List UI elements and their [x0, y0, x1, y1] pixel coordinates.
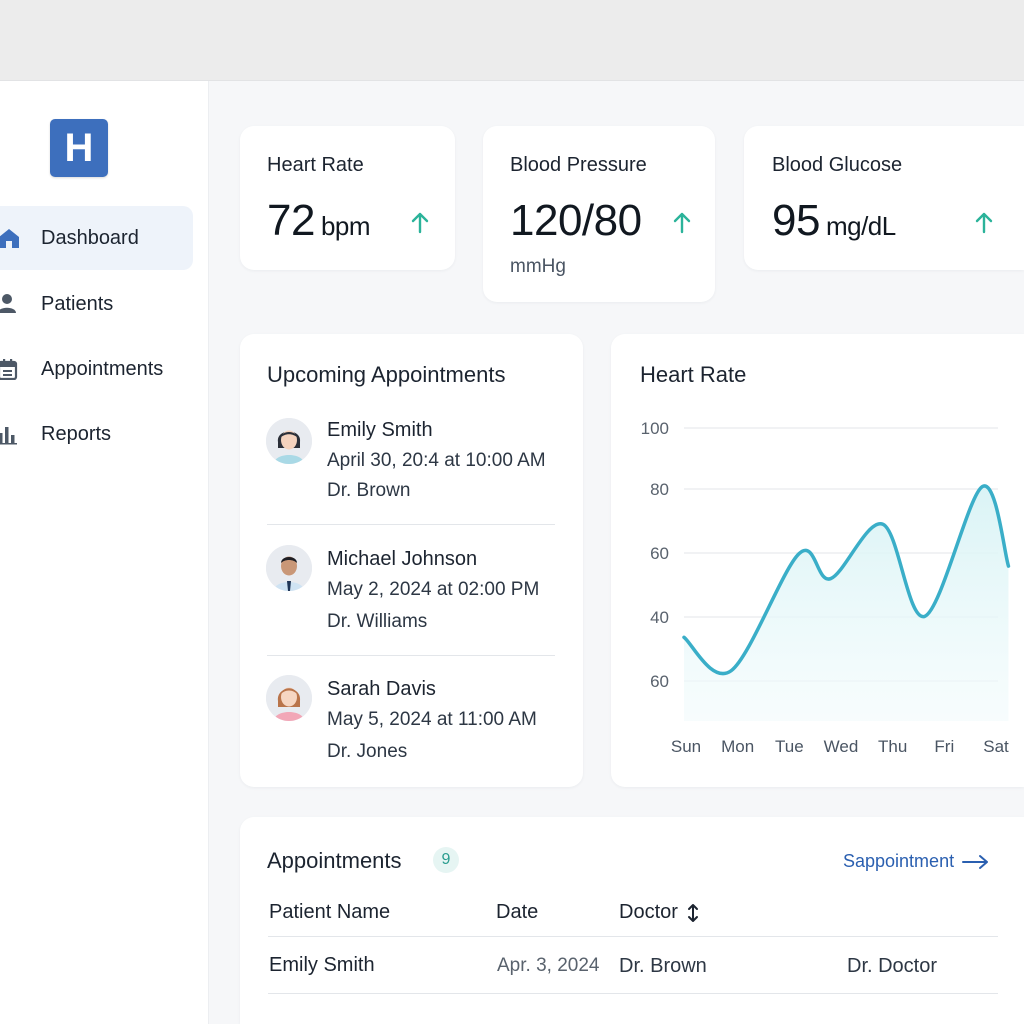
appointment-patient-name: Sarah Davis [327, 678, 436, 700]
x-tick-label: Mon [721, 737, 754, 756]
stat-value: 72 bpm [267, 196, 371, 245]
y-tick-label: 40 [650, 608, 669, 627]
hospital-logo[interactable]: H [50, 119, 108, 177]
x-tick-label: Tue [775, 737, 804, 756]
appointment-doctor: Dr. Williams [327, 611, 428, 632]
stat-unit: mmHg [510, 256, 566, 277]
stat-value: 120/80 [510, 196, 642, 245]
column-header-doctor[interactable]: Doctor [619, 901, 700, 924]
appointment-patient-name: Michael Johnson [327, 548, 478, 570]
x-tick-label: Sat [983, 737, 1009, 756]
y-tick-label: 60 [650, 672, 669, 691]
sidebar-item-appointments[interactable]: Appointments [0, 337, 193, 401]
sidebar-item-label: Reports [41, 422, 112, 445]
stat-value: 95 mg/dL [772, 196, 896, 245]
bar-chart-icon [0, 427, 17, 445]
female-avatar-icon [266, 675, 312, 721]
arrow-up-icon [975, 212, 993, 234]
y-tick-label: 60 [650, 544, 669, 563]
sidebar-item-label: Patients [41, 292, 114, 315]
divider [268, 993, 998, 994]
sidebar-item-label: Appointments [41, 357, 164, 380]
heart-rate-chart: 100 80 60 40 60 Sun Mon Tue Wed Thu Fri Sat [641, 419, 1011, 756]
stat-unit: bpm [320, 211, 371, 241]
cell-patient-name: Emily Smith [269, 954, 375, 976]
stat-title: Blood Glucose [772, 154, 903, 176]
appointments-title: Appointments [267, 848, 402, 873]
column-header-patient-name[interactable]: Patient Name [269, 901, 390, 924]
upcoming-appointments-title: Upcoming Appointments [267, 362, 506, 387]
home-icon [0, 229, 19, 248]
appointments-count-badge: 9 [433, 847, 459, 873]
sidebar-item-reports[interactable]: Reports [0, 402, 193, 466]
x-tick-label: Wed [824, 737, 859, 756]
appointment-item[interactable]: Sarah Davis May 5, 2024 at 11:00 AM Dr. … [240, 671, 583, 799]
female-avatar-icon [266, 418, 312, 464]
stat-card-blood-glucose[interactable]: Blood Glucose 95 mg/dL [744, 126, 1024, 270]
all-appointments-link[interactable]: Sappointment [843, 851, 990, 872]
appointment-doctor: Dr. Brown [327, 480, 411, 501]
upcoming-appointments-card: Upcoming Appointments Emily Smith April … [240, 334, 583, 787]
stat-card-heart-rate[interactable]: Heart Rate 72 bpm [240, 126, 455, 270]
stat-unit: mg/dL [825, 211, 896, 241]
appointment-datetime: May 5, 2024 at 11:00 AM [327, 709, 537, 730]
table-row[interactable]: Emily Smith Apr. 3, 2024 Dr. Brown Dr. D… [240, 937, 1024, 993]
arrow-up-icon [411, 212, 429, 234]
arrow-up-icon [673, 212, 691, 234]
stat-title: Heart Rate [267, 154, 364, 176]
y-tick-label: 100 [641, 419, 669, 438]
column-header-date[interactable]: Date [496, 901, 538, 924]
appointment-item[interactable]: Emily Smith April 30, 20:4 at 10:00 AM D… [240, 412, 583, 540]
divider [267, 524, 555, 525]
y-tick-label: 80 [650, 480, 669, 499]
divider [267, 655, 555, 656]
cell-date: Apr. 3, 2024 [497, 955, 600, 976]
appointment-datetime: May 2, 2024 at 02:00 PM [327, 579, 540, 600]
cell-doctor: Dr. Brown [619, 955, 707, 977]
appointment-datetime: April 30, 20:4 at 10:00 AM [327, 450, 546, 471]
x-tick-label: Thu [878, 737, 907, 756]
stat-card-blood-pressure[interactable]: Blood Pressure 120/80 mmHg [483, 126, 715, 302]
calendar-icon [0, 359, 18, 380]
arrow-right-icon [962, 854, 989, 869]
appointment-doctor: Dr. Jones [327, 741, 408, 762]
sidebar-item-patients[interactable]: Patients [0, 272, 193, 336]
sort-icon[interactable] [686, 903, 700, 923]
column-header-label: Doctor [619, 901, 678, 923]
x-tick-label: Sun [671, 737, 701, 756]
heart-rate-chart-card: Heart Rate 100 80 60 40 60 Sun Mon Tue Wed Thu Fri… [611, 334, 1024, 787]
sidebar-item-label: Dashboard [41, 226, 139, 249]
appointment-patient-name: Emily Smith [327, 419, 433, 441]
cell-extra: Dr. Doctor [847, 955, 938, 977]
sidebar-item-dashboard[interactable]: Dashboard [0, 206, 193, 270]
series-area [684, 485, 1009, 721]
link-label: Sappointment [843, 851, 955, 871]
x-tick-label: Fri [934, 737, 954, 756]
male-avatar-icon [266, 545, 312, 591]
person-icon [0, 294, 16, 313]
appointments-table-card: Appointments 9 Sappointment Patient Name… [240, 817, 1024, 1024]
top-bar [0, 0, 1024, 81]
stat-title: Blood Pressure [510, 154, 647, 176]
appointment-item[interactable]: Michael Johnson May 2, 2024 at 02:00 PM … [240, 541, 583, 669]
